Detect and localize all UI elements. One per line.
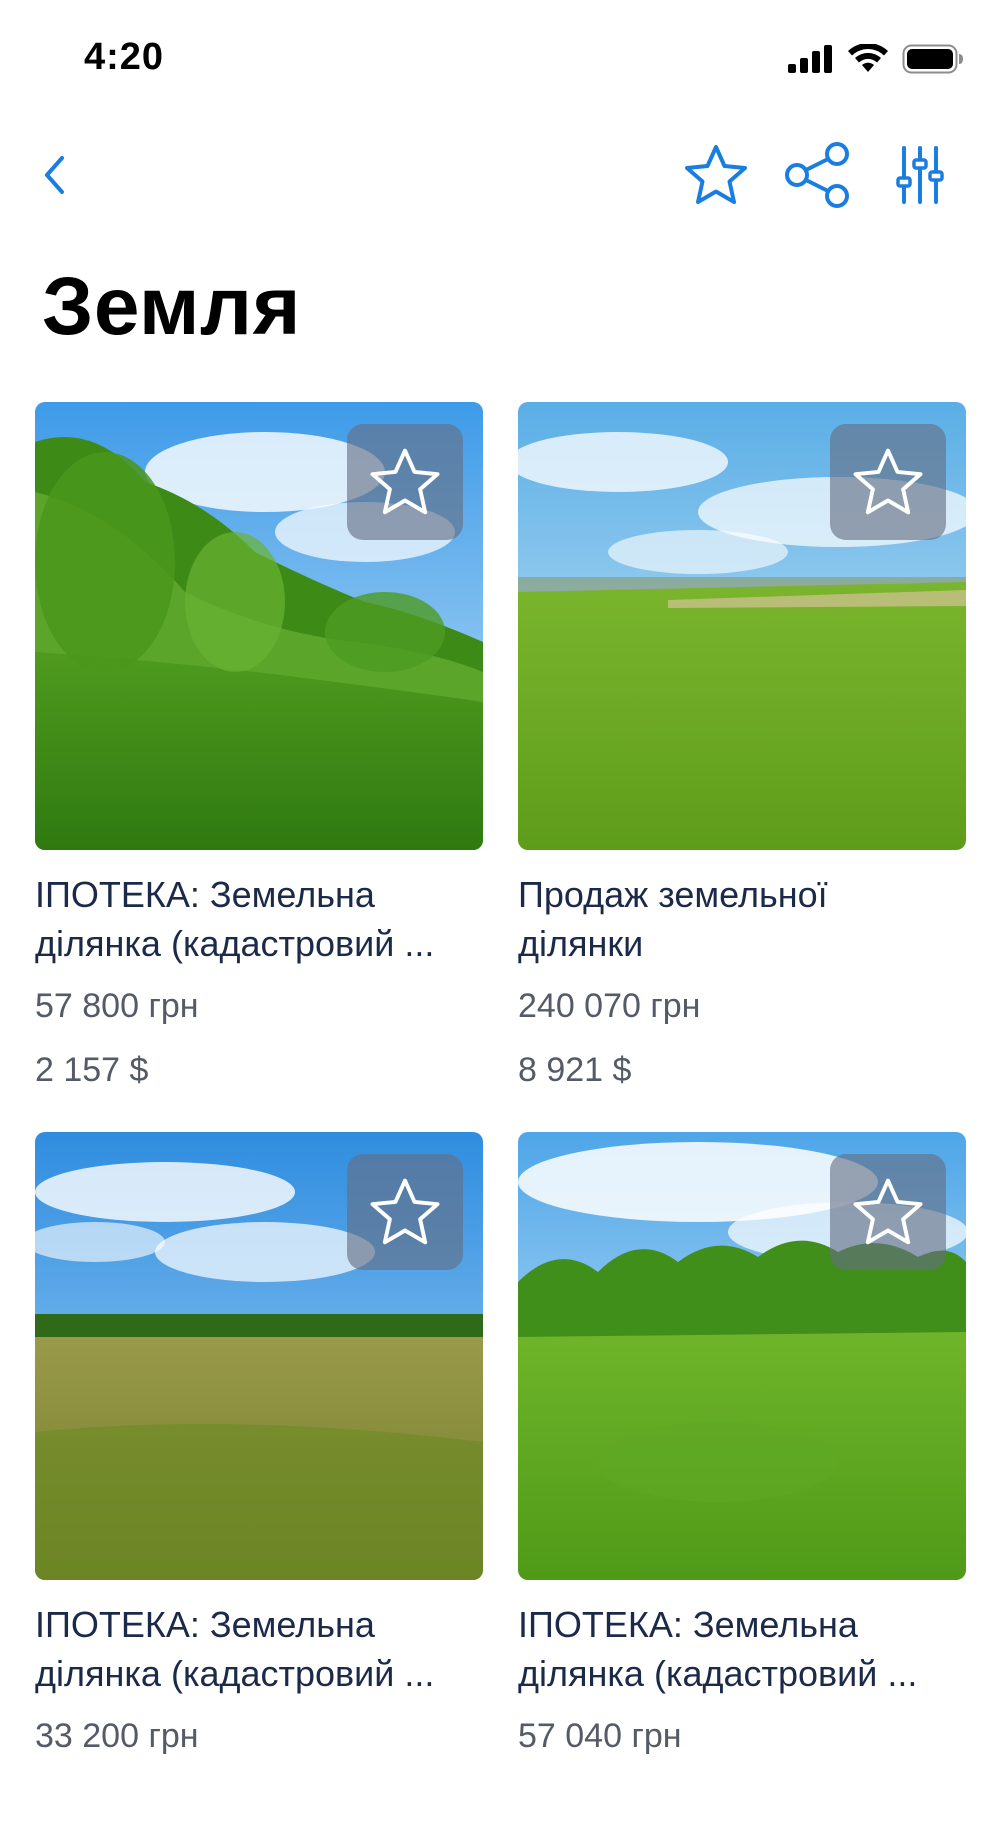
listing-title-line: ділянка (кадастровий ... xyxy=(35,923,435,964)
listing-price-uah: 57 040 грн xyxy=(518,1717,682,1755)
listing-price-usd: 8 921 $ xyxy=(518,1051,632,1089)
battery-icon xyxy=(902,44,963,74)
listing-photo xyxy=(518,1132,966,1580)
sliders-icon xyxy=(896,146,944,204)
listing-title-line: ділянки xyxy=(518,923,644,964)
listing-title: ІПОТЕКА: Земельна ділянка (кадастровий .… xyxy=(35,870,483,968)
listing-title: Продаж земельної ділянки xyxy=(518,870,966,968)
star-icon xyxy=(370,448,440,515)
status-icons xyxy=(788,44,964,74)
listing-title-line: ділянка (кадастровий ... xyxy=(35,1653,435,1694)
back-button[interactable] xyxy=(14,130,94,220)
listing-favorite-button[interactable] xyxy=(830,424,946,540)
share-button[interactable] xyxy=(778,130,858,220)
chevron-left-icon xyxy=(45,156,64,194)
nav-bar xyxy=(0,130,1000,220)
favorite-button[interactable] xyxy=(676,130,756,220)
listing-favorite-button[interactable] xyxy=(830,1154,946,1270)
listing-price-usd xyxy=(35,1776,483,1824)
listing-price-usd xyxy=(518,1776,966,1824)
listing-favorite-button[interactable] xyxy=(347,1154,463,1270)
status-bar: 4:20 xyxy=(0,0,1000,110)
listing-title: ІПОТЕКА: Земельна ділянка (кадастровий .… xyxy=(518,1600,966,1698)
listing-title-line: ділянка (кадастровий ... xyxy=(518,1653,918,1694)
filter-button[interactable] xyxy=(880,130,960,220)
listing-card[interactable]: ІПОТЕКА: Земельна ділянка (кадастровий .… xyxy=(518,1132,966,1824)
listing-favorite-button[interactable] xyxy=(347,424,463,540)
listing-title: ІПОТЕКА: Земельна ділянка (кадастровий .… xyxy=(35,1600,483,1698)
listing-card[interactable]: ІПОТЕКА: Земельна ділянка (кадастровий .… xyxy=(35,402,483,1094)
listing-price-uah: 240 070 грн xyxy=(518,987,701,1025)
star-icon xyxy=(853,448,923,515)
cellular-signal-icon xyxy=(788,45,832,73)
listing-card[interactable]: ІПОТЕКА: Земельна ділянка (кадастровий .… xyxy=(35,1132,483,1824)
listing-card[interactable]: Продаж земельної ділянки 240 070 грн 8 9… xyxy=(518,402,966,1094)
page-title: Земля xyxy=(42,261,301,352)
share-icon xyxy=(785,142,849,208)
listings-grid: ІПОТЕКА: Земельна ділянка (кадастровий .… xyxy=(35,402,966,1824)
listing-price-usd: 2 157 $ xyxy=(35,1051,149,1089)
star-icon xyxy=(685,145,747,204)
listing-photo xyxy=(518,402,966,850)
star-icon xyxy=(370,1178,440,1245)
listing-title-line: ІПОТЕКА: Земельна xyxy=(35,1604,375,1645)
wifi-icon xyxy=(848,44,888,72)
listing-photo xyxy=(35,402,483,850)
listing-photo xyxy=(35,1132,483,1580)
listing-title-line: ІПОТЕКА: Земельна xyxy=(518,1604,858,1645)
listing-price-uah: 57 800 грн xyxy=(35,987,199,1025)
listing-title-line: Продаж земельної xyxy=(518,874,828,915)
listing-title-line: ІПОТЕКА: Земельна xyxy=(35,874,375,915)
listing-price-uah: 33 200 грн xyxy=(35,1717,199,1755)
status-time: 4:20 xyxy=(84,36,165,78)
star-icon xyxy=(853,1178,923,1245)
